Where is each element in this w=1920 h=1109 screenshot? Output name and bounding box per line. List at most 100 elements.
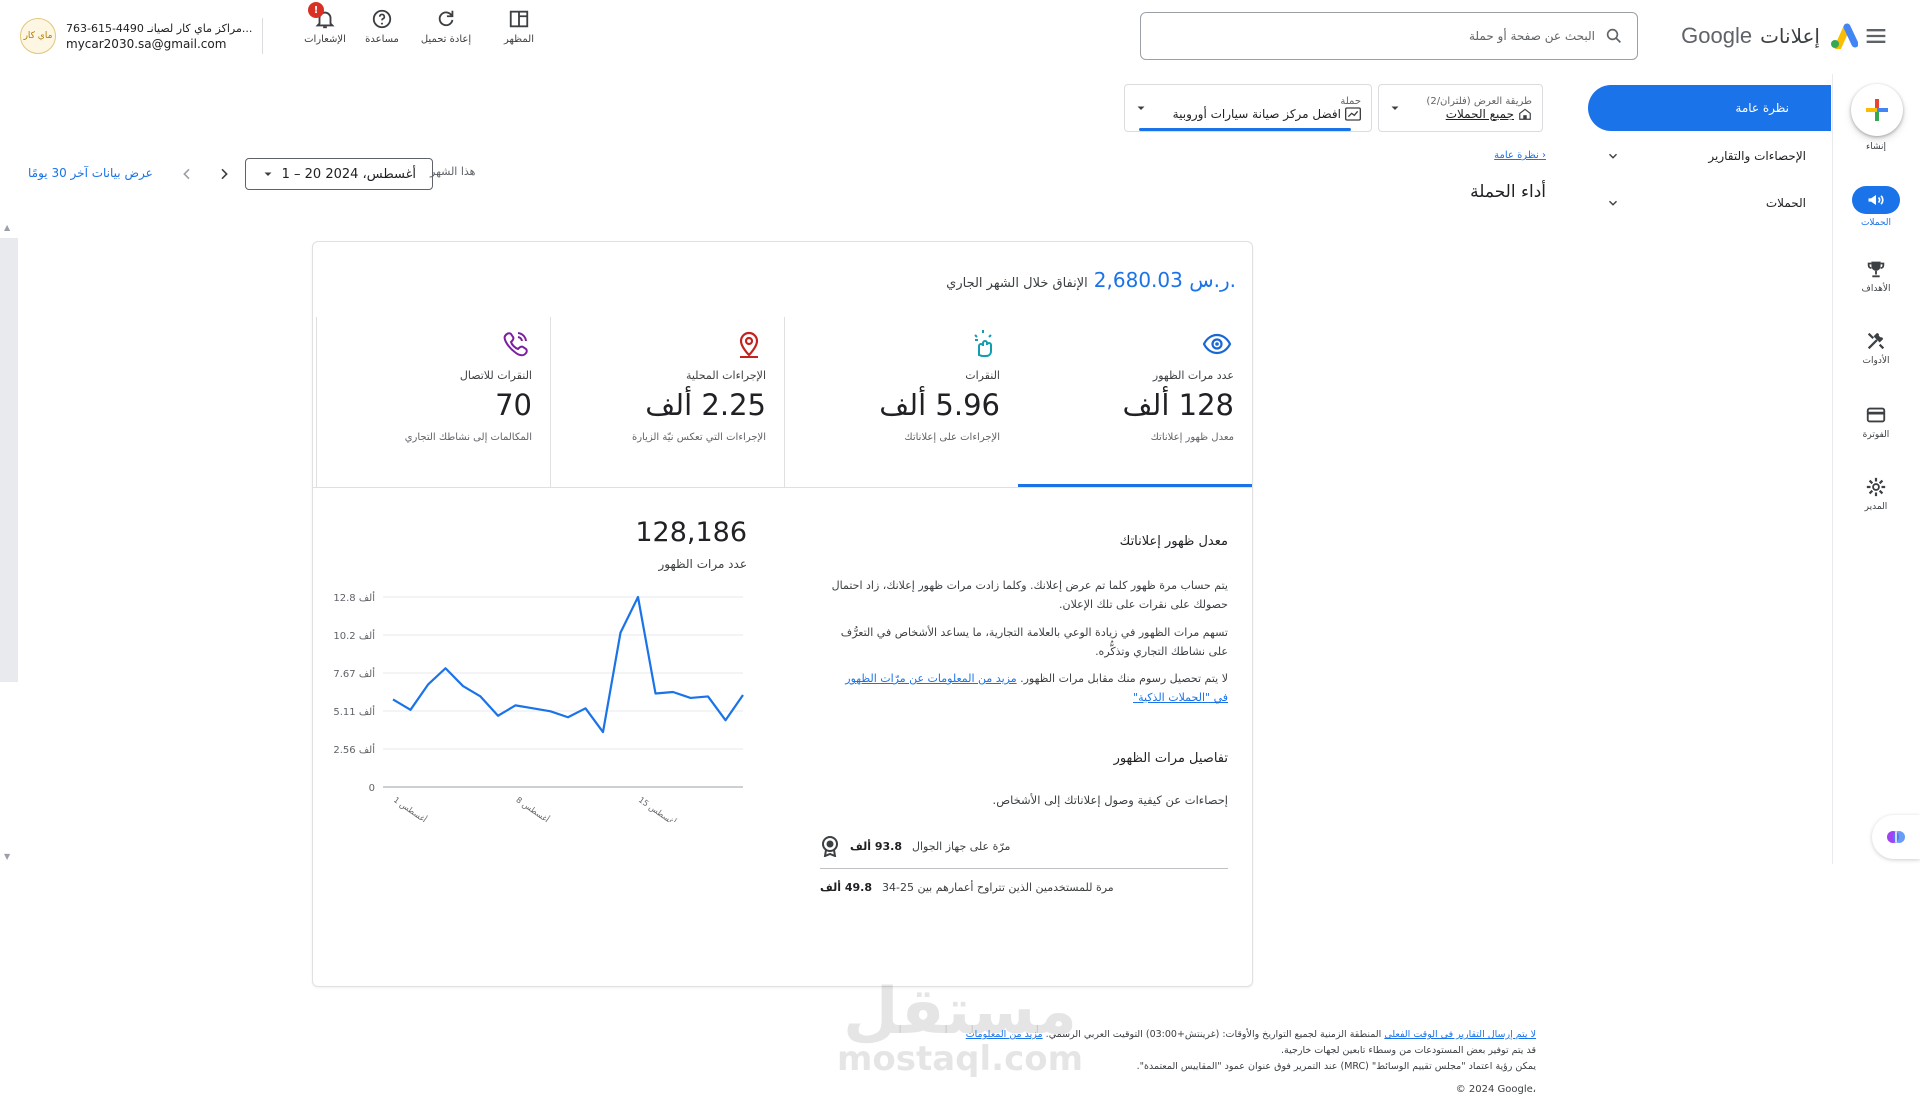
detail-paragraph-2: تسهم مرات الظهور في زيادة الوعي بالعلامة… [840,626,1228,658]
chevron-left-icon [183,168,190,180]
date-period-label: هذا الشهر [430,165,476,178]
award-badge-icon [822,836,838,857]
credit-card-icon [1866,407,1886,423]
footer-learn-more-link[interactable]: مزيد من المعلومات [966,1029,1043,1040]
reload-button[interactable]: إعادة تحميل [416,8,476,54]
account-email: mycar2030.sa@gmail.com [66,36,227,51]
footer-notes: لا يتم إرسال التقارير في الوقت الفعلي ال… [900,1027,1536,1075]
main-menu-icon[interactable] [1862,22,1890,50]
notifications-button[interactable]: ! الإشعارات [295,2,355,54]
view-selector[interactable]: طريقة العرض (فلتران/2) جميع الحملات [1378,84,1543,132]
rail-campaigns[interactable]: الحملات [1846,186,1906,228]
rail-admin-label: المدير [1864,502,1888,512]
scroll-down-arrow[interactable]: ▼ [4,852,10,861]
campaign-selector-underline [1139,128,1351,131]
metric-value: 128 ألف [1122,388,1235,422]
brain-icon [1887,831,1905,843]
account-name: 763-615-4490 مراكز ماي كار لصيانـ... [66,21,253,35]
tools-icon [1867,332,1885,350]
help-label: مساعدة [365,34,399,45]
detail-paragraph-1: يتم حساب مرة ظهور كلما تم عرض إعلانك. وك… [831,579,1228,611]
breadcrumb[interactable]: نظرة عامة › [1470,150,1546,161]
rail-create-label: إنشاء [1865,142,1886,152]
campaign-selector[interactable]: حملة افضل مركز صيانة سيارات أوروبية [1124,84,1372,132]
date-range-picker[interactable]: 1 – 20 أغسطس، 2024 [245,158,433,190]
scrollbar-track[interactable] [0,238,18,682]
breakdown-title: تفاصيل مرات الظهور [1113,751,1228,766]
dropdown-arrow-icon [1137,106,1145,110]
megaphone-icon [1868,195,1884,205]
search-box[interactable]: البحث عن صفحة أو حملة [1140,12,1638,60]
phone-call-icon [503,332,528,357]
view-last-30-days-link[interactable]: عرض بيانات آخر 30 يومًا [28,166,153,180]
metric-value: 2.25 ألف [645,388,766,422]
metric-value: 5.96 ألف [879,388,1000,422]
dropdown-arrow-icon [264,172,272,176]
notification-badge: ! [308,2,324,18]
nav-overview[interactable]: نظرة عامة [1588,85,1831,131]
detail-title: معدل ظهور إعلاناتك [1119,534,1228,549]
rail-admin[interactable]: المدير [1846,476,1906,512]
rail-goals[interactable]: الأهداف [1846,258,1906,294]
help-button[interactable]: مساعدة [352,8,412,54]
metric-description: الإجراءات التي تعكس نيّة الزيارة [631,432,766,443]
notifications-label: الإشعارات [304,34,346,45]
breakdown-subtitle: إحصاءات عن كيفية وصول إعلاناتك إلى الأشخ… [992,793,1228,807]
footer-timezone-text: المنطقة الزمنية لجميع التواريخ والأوقات:… [1045,1029,1382,1040]
google-ads-brand[interactable]: إعلانات Google [1658,18,1858,54]
dropdown-arrow-icon [1391,106,1399,110]
top-bar: إعلانات Google البحث عن صفحة أو حملة الم… [0,0,1920,74]
scroll-up-arrow[interactable]: ▲ [4,223,10,232]
rail-billing[interactable]: الفوترة [1846,404,1906,440]
monthly-spend: الإنفاق خلال الشهر الجاري 2,680.03 ر.س. [946,268,1236,292]
brand-google-label: Google [1681,23,1753,48]
chevron-right-icon [221,168,228,180]
campaign-selector-label: حملة [1340,95,1361,107]
search-icon [1606,28,1621,43]
nav-insights-reports[interactable]: الإحصاءات والتقارير [1600,141,1820,171]
appearance-button[interactable]: المظهر [489,8,549,54]
search-placeholder: البحث عن صفحة أو حملة [1468,29,1595,43]
create-button[interactable] [1851,84,1903,136]
account-switcher[interactable]: ماي كار 763-615-4490 مراكز ماي كار لصيان… [20,16,256,56]
chart-y-tick-label: 7.67 ألف [333,667,375,680]
nav-campaigns[interactable]: الحملات [1600,188,1820,218]
metric-call-clicks[interactable]: النقرات للاتصال 70 المكالمات إلى نشاطك ا… [316,317,550,487]
chart-x-tick-label: 1 أغسطس [392,794,429,822]
rail-billing-label: الفوترة [1862,430,1890,440]
metric-impressions[interactable]: عدد مرات الظهور 128 ألف معدل ظهور إعلانا… [1018,317,1252,487]
metric-value: 70 [495,388,532,422]
breakdown-value: 93.8 ألف [850,839,902,853]
realtime-reports-link[interactable]: لا يتم إرسال التقارير في الوقت الفعلي [1384,1029,1536,1040]
view-selector-label: طريقة العرض (فلتران/2) [1426,95,1532,107]
chart-total-value: 128,186 [635,517,747,548]
breakdown-row-age: 49.8 ألف مرة للمستخدمين الذين تتراوح أعم… [820,870,1228,904]
brand-product-label: إعلانات [1760,24,1820,48]
date-range-value: 1 – 20 أغسطس، 2024 [281,166,416,182]
rail-tools[interactable]: الأدوات [1846,330,1906,366]
metric-description: الإجراءات على إعلاناتك [904,432,1000,443]
chart-total-label: عدد مرات الظهور [658,557,747,571]
chart-x-tick-label: 15 أغسطس [637,794,678,822]
chart-y-tick-label: 5.11 ألف [333,705,375,718]
previous-period-button[interactable] [175,162,199,186]
chart-x-tick-label: 8 أغسطس [514,794,551,822]
metric-description: معدل ظهور إعلاناتك [1150,432,1234,443]
metrics-divider [313,487,1252,488]
chevron-down-icon [1609,200,1617,206]
copyright: © 2024 Google، [1455,1084,1536,1095]
appearance-label: المظهر [504,34,534,45]
metric-name: عدد مرات الظهور [1152,369,1234,382]
campaign-performance-card: الإنفاق خلال الشهر الجاري 2,680.03 ر.س. … [312,241,1253,987]
spend-amount: 2,680.03 ر.س. [1093,268,1236,292]
detail-paragraph-3: لا يتم تحصيل رسوم منك مقابل مرات الظهور.… [828,669,1228,707]
map-pin-icon [739,331,759,358]
metric-local-actions[interactable]: الإجراءات المحلية 2.25 ألف الإجراءات الت… [550,317,784,487]
next-period-button[interactable] [212,162,236,186]
assistant-extension-button[interactable] [1872,815,1920,859]
rail-create[interactable]: إنشاء [1846,142,1906,152]
eye-icon [1202,333,1232,355]
metric-clicks[interactable]: النقرات 5.96 ألف الإجراءات على إعلاناتك [784,317,1018,487]
rail-tools-label: الأدوات [1862,356,1890,366]
metric-name: الإجراءات المحلية [685,369,766,382]
